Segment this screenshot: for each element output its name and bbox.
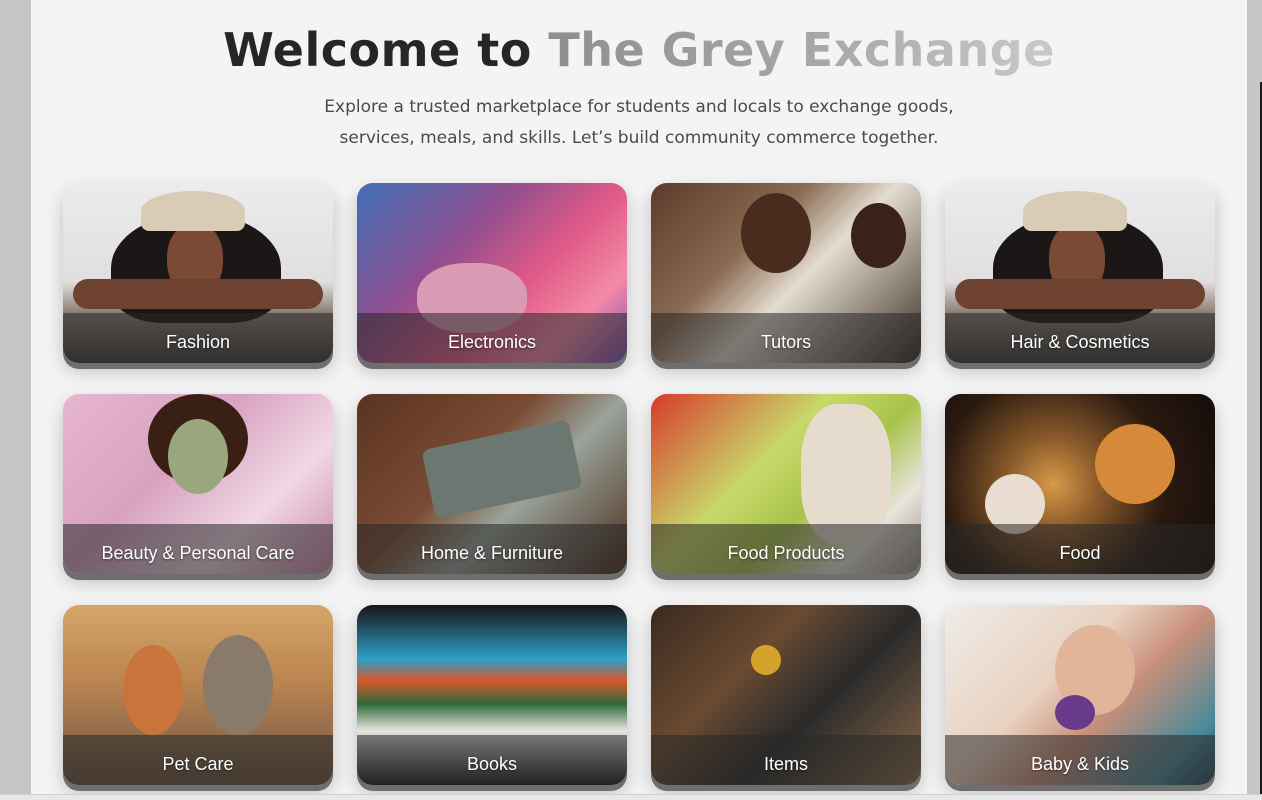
card-label-overlay: Food Products	[651, 524, 921, 574]
card-label-overlay: Books	[357, 735, 627, 785]
category-label: Baby & Kids	[1030, 754, 1130, 774]
category-label: Beauty & Personal Care	[101, 543, 295, 563]
card-label-overlay: Home & Furniture	[357, 524, 627, 574]
page-subtitle: Explore a trusted marketplace for studen…	[324, 97, 954, 148]
category-label: Fashion	[165, 332, 231, 352]
category-label: Books	[466, 754, 518, 774]
card-label-overlay: Food	[945, 524, 1215, 574]
card-label-overlay: Baby & Kids	[945, 735, 1215, 785]
window-bottom-edge	[0, 794, 1262, 800]
category-card-home-furniture[interactable]: Home & Furniture	[357, 394, 627, 574]
card-label-overlay: Electronics	[357, 313, 627, 363]
main-page: Welcome to The Grey Exchange Explore a t…	[31, 0, 1247, 794]
card-label-overlay: Hair & Cosmetics	[945, 313, 1215, 363]
category-card-pet-care[interactable]: Pet Care	[63, 605, 333, 785]
category-label: Home & Furniture	[420, 543, 564, 563]
category-card-food[interactable]: Food	[945, 394, 1215, 574]
window-edge	[1247, 0, 1262, 800]
category-card-baby-kids[interactable]: Baby & Kids	[945, 605, 1215, 785]
category-card-books[interactable]: Books	[357, 605, 627, 785]
category-label: Electronics	[447, 332, 537, 352]
card-label-overlay: Tutors	[651, 313, 921, 363]
card-label-overlay: Fashion	[63, 313, 333, 363]
category-label: Food Products	[727, 543, 845, 563]
page-title-brand: The Grey Exchange	[548, 23, 1055, 77]
category-label: Hair & Cosmetics	[1010, 332, 1150, 352]
page-title: Welcome to The Grey Exchange	[31, 22, 1247, 78]
category-label: Food	[1059, 543, 1101, 563]
category-label: Pet Care	[162, 754, 234, 774]
card-label-overlay: Pet Care	[63, 735, 333, 785]
card-label-overlay: Beauty & Personal Care	[63, 524, 333, 574]
category-label: Tutors	[760, 332, 812, 352]
category-grid: Fashion Electronics Tutors Hair & Cosmet…	[63, 183, 1215, 785]
category-card-fashion[interactable]: Fashion	[63, 183, 333, 363]
category-card-items[interactable]: Items	[651, 605, 921, 785]
category-label: Items	[763, 754, 808, 774]
card-label-overlay: Items	[651, 735, 921, 785]
category-card-beauty-personal-care[interactable]: Beauty & Personal Care	[63, 394, 333, 574]
page-title-welcome: Welcome to	[223, 23, 532, 77]
category-card-electronics[interactable]: Electronics	[357, 183, 627, 363]
category-card-food-products[interactable]: Food Products	[651, 394, 921, 574]
category-card-hair-cosmetics[interactable]: Hair & Cosmetics	[945, 183, 1215, 363]
category-card-tutors[interactable]: Tutors	[651, 183, 921, 363]
